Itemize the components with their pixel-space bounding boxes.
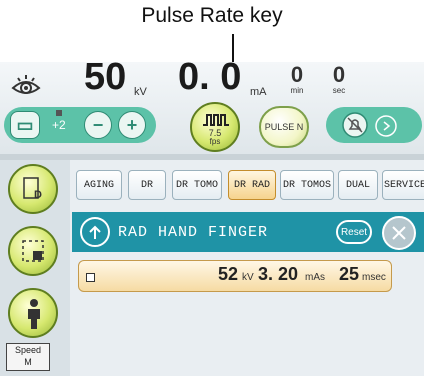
- field-select-icon: [22, 240, 44, 262]
- console-screen: 50 kV 0. 0 mA 0 min 0 sec ▭ +2 − + 7.5 f…: [0, 62, 424, 376]
- tab-dual[interactable]: DUAL: [338, 170, 378, 200]
- sec-unit: sec: [332, 86, 346, 95]
- param-msec: 25: [339, 264, 360, 284]
- field-select-button[interactable]: [8, 226, 58, 276]
- param-kv: 52: [218, 264, 239, 284]
- patient-button[interactable]: [8, 288, 58, 338]
- speed-label: Speed: [14, 345, 42, 355]
- min-readout: 0: [290, 62, 304, 87]
- tab-dr[interactable]: DR: [128, 170, 166, 200]
- speed-selector[interactable]: Speed M: [6, 343, 50, 371]
- detector-d-icon: D: [23, 177, 42, 201]
- procedure-title: RAD HAND FINGER: [118, 224, 269, 241]
- kv-readout: 50: [84, 62, 127, 98]
- plus-button[interactable]: +: [118, 111, 146, 139]
- back-arrow-icon: [89, 225, 101, 239]
- ma-readout: 0. 0: [178, 62, 242, 98]
- param-mas: 3. 20: [258, 264, 299, 284]
- tab-dr-rad[interactable]: DR RAD: [228, 170, 276, 200]
- disable-button[interactable]: [382, 216, 416, 250]
- svg-text:D: D: [34, 189, 42, 201]
- tab-dr-tomos[interactable]: DR TOMOS: [280, 170, 334, 200]
- tab-aging[interactable]: AGING: [76, 170, 122, 200]
- density-value: +2: [52, 118, 66, 132]
- field-icon[interactable]: ▭: [10, 111, 40, 139]
- density-icon: [56, 110, 62, 116]
- back-button[interactable]: [80, 217, 110, 247]
- speed-value: M: [24, 357, 32, 367]
- param-kv-unit: kV: [242, 272, 254, 283]
- pulse-n-button[interactable]: PULSE N: [259, 106, 309, 148]
- detector-button[interactable]: D: [8, 164, 58, 214]
- sound-off-icon[interactable]: [342, 112, 368, 138]
- cross-icon: [392, 226, 406, 240]
- row-checkbox[interactable]: [86, 273, 95, 282]
- tab-service[interactable]: SERVICE: [382, 170, 424, 200]
- min-unit: min: [290, 86, 304, 95]
- sec-readout: 0: [332, 62, 346, 87]
- reset-button[interactable]: Reset: [336, 220, 372, 244]
- kv-unit: kV: [134, 86, 147, 98]
- param-msec-unit: msec: [362, 272, 386, 283]
- callout-label: Pulse Rate key: [141, 4, 283, 27]
- exposure-panel: 50 kV 0. 0 mA 0 min 0 sec ▭ +2 − + 7.5 f…: [0, 62, 424, 154]
- tab-dr-tomo[interactable]: DR TOMO: [172, 170, 222, 200]
- pulse-wave-icon: [203, 114, 229, 126]
- play-toggle-icon[interactable]: [374, 114, 398, 138]
- pulse-rate-button[interactable]: 7.5 fps: [190, 102, 240, 152]
- param-mas-unit: mAs: [305, 272, 325, 283]
- eye-icon[interactable]: [10, 72, 42, 98]
- person-icon: [28, 299, 40, 329]
- pulse-rate-unit: fps: [209, 137, 221, 146]
- minus-button[interactable]: −: [84, 111, 112, 139]
- ma-unit: mA: [250, 86, 267, 98]
